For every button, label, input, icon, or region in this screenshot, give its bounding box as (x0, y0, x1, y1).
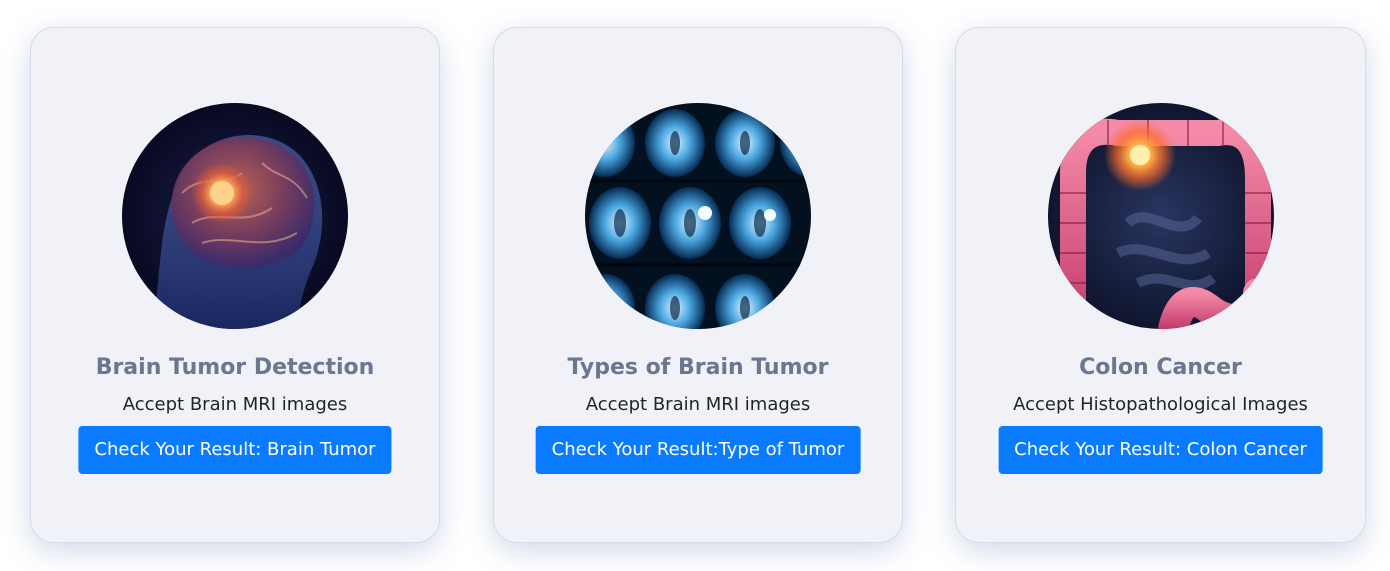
card-title: Colon Cancer (1079, 355, 1242, 380)
colon-cancer-image (1047, 103, 1274, 329)
card-title: Brain Tumor Detection (95, 355, 375, 380)
card-subtitle: Accept Brain MRI images (585, 394, 811, 415)
card-subtitle: Accept Histopathological Images (1013, 394, 1308, 415)
card-title: Types of Brain Tumor (567, 355, 829, 380)
service-cards: Brain Tumor Detection Accept Brain MRI i… (0, 0, 1390, 571)
brain-tumor-image (122, 103, 348, 329)
check-colon-cancer-button[interactable]: Check Your Result: Colon Cancer (998, 426, 1323, 474)
card-brain-tumor-detection: Brain Tumor Detection Accept Brain MRI i… (30, 27, 440, 543)
check-brain-tumor-button[interactable]: Check Your Result: Brain Tumor (78, 426, 392, 474)
brain-mri-scan-image (585, 103, 811, 329)
card-types-of-brain-tumor: Types of Brain Tumor Accept Brain MRI im… (493, 27, 903, 543)
card-subtitle: Accept Brain MRI images (122, 394, 348, 415)
card-colon-cancer: Colon Cancer Accept Histopathological Im… (955, 27, 1366, 543)
check-tumor-type-button[interactable]: Check Your Result:Type of Tumor (535, 426, 861, 474)
